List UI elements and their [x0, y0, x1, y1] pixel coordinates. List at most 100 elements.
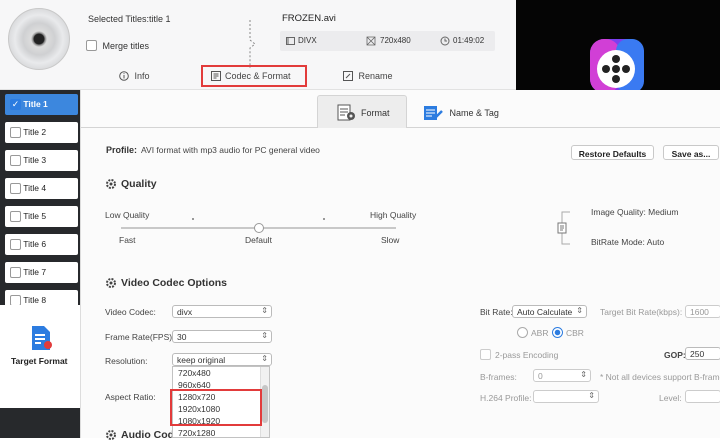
sidebar-footer	[0, 408, 80, 438]
gear-icon	[106, 179, 116, 189]
info-icon	[119, 70, 129, 81]
cbr-radio[interactable]	[552, 327, 563, 338]
scrollbar-thumb[interactable]	[262, 385, 268, 423]
resolution-icon	[366, 36, 376, 46]
slider-tick	[323, 218, 325, 220]
selected-titles-text: Selected Titles:title 1	[88, 14, 171, 24]
bit-rate-select[interactable]: Auto Calculate ⇕	[512, 305, 587, 318]
title-item[interactable]: Title 2	[5, 122, 78, 143]
title-item[interactable]: Title 3	[5, 150, 78, 171]
slow-label: Slow	[381, 235, 400, 245]
video-codec-value: divx	[177, 307, 193, 317]
resolution-value: keep original	[177, 355, 226, 365]
highlight-box	[170, 389, 262, 426]
slider-tick	[192, 218, 194, 220]
title-item[interactable]: Title 4	[5, 178, 78, 199]
fast-label: Fast	[119, 235, 136, 245]
low-quality-label: Low Quality	[105, 210, 150, 220]
video-file-icon	[286, 37, 295, 45]
level-select[interactable]	[685, 390, 720, 403]
two-pass-checkbox[interactable]	[480, 349, 491, 360]
quality-slider-thumb[interactable]	[254, 223, 264, 233]
title-item-label: Title 2	[23, 127, 47, 137]
bitrate-mode-text: BitRate Mode: Auto	[591, 237, 665, 247]
checkbox[interactable]	[10, 155, 21, 167]
title-info-panel: Selected Titles:title 1 Merge titles FRO…	[0, 0, 516, 90]
resolution-option[interactable]: 720x480	[178, 368, 211, 378]
quality-section-title: Quality	[121, 178, 157, 190]
profile-label: Profile:	[106, 145, 138, 155]
tab-format[interactable]: Format	[317, 95, 407, 128]
target-format-label: Target Format	[11, 356, 68, 366]
bit-rate-value: Auto Calculate	[517, 307, 573, 317]
checkbox[interactable]	[10, 267, 21, 279]
frame-rate-label: Frame Rate(FPS):	[105, 332, 175, 342]
bframes-value: 0	[538, 371, 543, 381]
gop-input[interactable]: 250	[685, 347, 720, 360]
checkbox-box[interactable]	[86, 40, 97, 52]
rename-icon	[343, 70, 353, 81]
default-label: Default	[245, 235, 272, 245]
title-item-label: Title 5	[23, 211, 47, 221]
resolution-label: Resolution:	[105, 356, 148, 366]
save-as-button[interactable]: Save as...	[663, 145, 719, 160]
abr-label: ABR	[531, 328, 549, 338]
frame-rate-select[interactable]: 30 ⇕	[172, 330, 272, 343]
resolution-option[interactable]: 720x1280	[178, 428, 215, 437]
tab-name-tag[interactable]: Name & Tag	[423, 104, 499, 122]
title-item[interactable]: ✓ Title 1	[5, 94, 78, 115]
merge-titles-label: Merge titles	[102, 40, 150, 51]
checkbox[interactable]	[10, 183, 21, 195]
bframes-label: B-frames:	[480, 372, 517, 382]
frame-rate-value: 30	[177, 332, 187, 342]
video-codec-select[interactable]: divx ⇕	[172, 305, 272, 318]
format-settings-panel: Format Name & Tag Profile: AVI format wi…	[80, 90, 720, 441]
title-item[interactable]: Title 6	[5, 234, 78, 255]
checkbox[interactable]	[10, 239, 21, 251]
image-quality-text: Image Quality: Medium	[591, 207, 679, 217]
two-pass-label: 2-pass Encoding	[495, 350, 559, 360]
checkbox[interactable]	[10, 127, 21, 139]
file-name: FROZEN.avi	[282, 13, 336, 24]
h264-profile-select[interactable]: ⇕	[533, 390, 599, 403]
target-format-button[interactable]: Target Format	[0, 305, 80, 408]
video-preview	[516, 0, 720, 93]
checkbox[interactable]	[10, 211, 21, 223]
media-info-strip: DIVX 720x480 01:49:02	[280, 31, 495, 51]
high-quality-label: High Quality	[370, 210, 417, 220]
h264-profile-label: H.264 Profile:	[480, 393, 532, 403]
codec-value: DIVX	[298, 36, 317, 45]
resolution-value: 720x480	[380, 36, 411, 45]
merge-titles-checkbox[interactable]: Merge titles	[86, 40, 150, 52]
title-item[interactable]: Title 5	[5, 206, 78, 227]
updown-icon: ⇕	[580, 370, 587, 379]
title-item-label: Title 1	[23, 99, 48, 109]
cbr-label: CBR	[566, 328, 584, 338]
target-bitrate-input[interactable]: 1600	[685, 305, 720, 318]
gop-label: GOP:	[664, 350, 686, 360]
restore-defaults-button[interactable]: Restore Defaults	[571, 145, 654, 160]
tab-codec-format-label: Codec & Format	[225, 71, 291, 81]
abr-radio[interactable]	[517, 327, 528, 338]
format-settings-icon	[337, 104, 355, 121]
updown-icon: ⇕	[261, 331, 268, 340]
tab-codec-format[interactable]: Codec & Format	[201, 65, 307, 87]
checkbox-checked[interactable]: ✓	[10, 99, 21, 111]
title-item-label: Title 7	[23, 267, 47, 277]
clock-icon	[440, 36, 450, 46]
tab-info[interactable]: Info	[119, 70, 150, 81]
updown-icon: ⇕	[576, 306, 583, 315]
video-codec-label: Video Codec:	[105, 307, 156, 317]
profile-description: AVI format with mp3 audio for PC general…	[141, 145, 320, 155]
quality-bracket-icon	[557, 211, 570, 245]
tab-rename[interactable]: Rename	[343, 70, 393, 81]
resolution-select[interactable]: keep original ⇕	[172, 353, 272, 366]
disc-icon	[8, 8, 70, 70]
title-item[interactable]: Title 7	[5, 262, 78, 283]
bframes-select[interactable]: 0 ⇕	[533, 369, 591, 382]
aspect-ratio-label: Aspect Ratio:	[105, 392, 156, 402]
bit-rate-label: Bit Rate:	[480, 307, 513, 317]
title-item-label: Title 3	[23, 155, 47, 165]
name-tag-icon	[424, 106, 443, 120]
target-bitrate-label: Target Bit Rate(kbps):	[600, 307, 683, 317]
